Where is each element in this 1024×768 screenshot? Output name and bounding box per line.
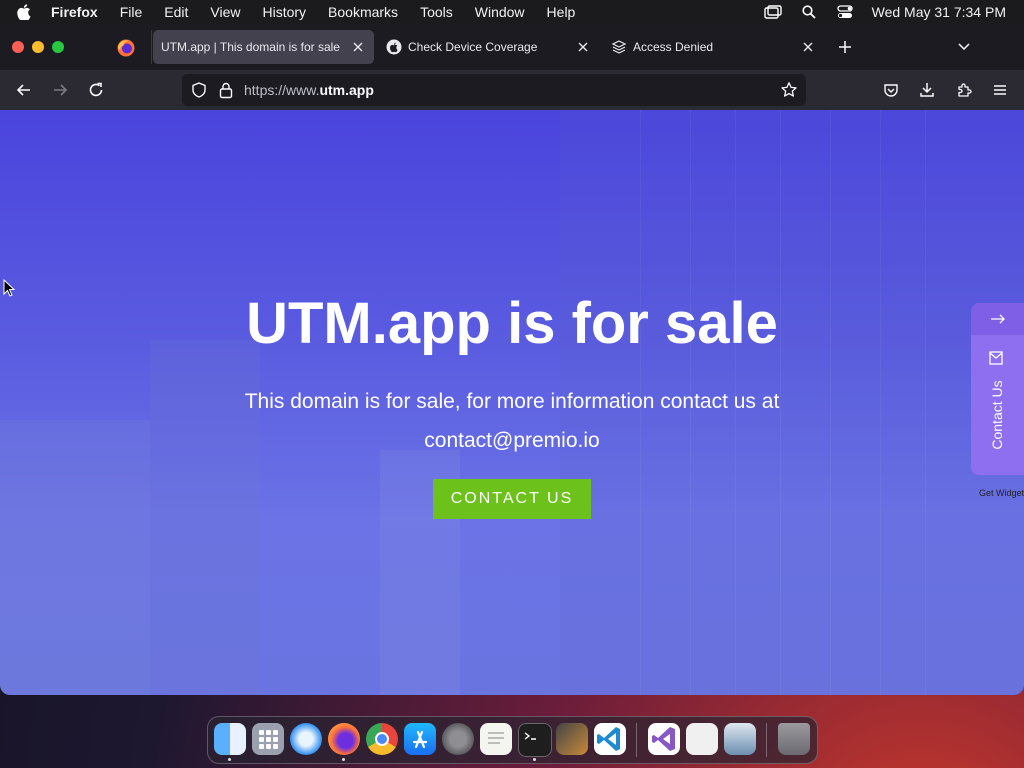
url-text[interactable]: https://www.utm.app bbox=[244, 82, 374, 98]
dock-preview-icon[interactable] bbox=[686, 723, 718, 755]
menu-bar: Firefox File Edit View History Bookmarks… bbox=[0, 0, 1024, 24]
dock-image-capture-icon[interactable] bbox=[724, 723, 756, 755]
window-close-button[interactable] bbox=[12, 41, 24, 53]
dock-app-store-icon[interactable] bbox=[404, 723, 436, 755]
menu-view[interactable]: View bbox=[210, 4, 240, 20]
dock-firefox-icon[interactable] bbox=[328, 723, 360, 755]
page-description: This domain is for sale, for more inform… bbox=[244, 390, 780, 452]
tab-access-denied[interactable]: Access Denied bbox=[603, 30, 824, 64]
pocket-icon[interactable] bbox=[882, 81, 900, 99]
back-arrow-icon[interactable] bbox=[15, 81, 33, 99]
tab-label: Access Denied bbox=[633, 40, 714, 54]
contact-widget-tab[interactable]: Contact Us bbox=[971, 303, 1024, 475]
lock-icon[interactable] bbox=[219, 81, 233, 104]
widget-label: Contact Us bbox=[989, 380, 1005, 450]
background-stripe bbox=[925, 110, 926, 695]
tab-close-icon[interactable] bbox=[575, 39, 591, 55]
mail-icon bbox=[989, 351, 1003, 370]
dock-system-settings-icon[interactable] bbox=[442, 723, 474, 755]
tab-close-icon[interactable] bbox=[350, 39, 366, 55]
extensions-puzzle-icon[interactable] bbox=[955, 81, 973, 99]
spotlight-search-icon[interactable] bbox=[800, 4, 818, 20]
dock-running-indicator bbox=[228, 758, 231, 761]
reload-icon[interactable] bbox=[87, 81, 105, 99]
new-tab-plus-icon[interactable] bbox=[837, 39, 853, 55]
menu-bookmarks[interactable]: Bookmarks bbox=[328, 4, 398, 20]
get-widget-link[interactable]: Get Widget bbox=[979, 488, 1024, 498]
dock-vscode-icon[interactable] bbox=[594, 723, 626, 755]
mouse-cursor-icon bbox=[3, 278, 16, 302]
dock-separator bbox=[766, 723, 767, 757]
dock-visual-studio-icon[interactable] bbox=[648, 723, 680, 755]
tracking-protection-shield-icon[interactable] bbox=[191, 82, 207, 103]
apple-favicon-icon bbox=[386, 39, 402, 55]
page-title: UTM.app is for sale bbox=[246, 291, 778, 356]
menu-window[interactable]: Window bbox=[475, 4, 525, 20]
dock-chrome-icon[interactable] bbox=[366, 723, 398, 755]
dock-launchpad-icon[interactable] bbox=[252, 723, 284, 755]
dock bbox=[207, 716, 818, 764]
menubar-clock[interactable]: Wed May 31 7:34 PM bbox=[872, 4, 1006, 20]
menu-tools[interactable]: Tools bbox=[420, 4, 453, 20]
tab-label: UTM.app | This domain is for sale bbox=[161, 40, 340, 54]
url-prefix: https://www. bbox=[244, 82, 320, 98]
dock-finder-icon[interactable] bbox=[214, 723, 246, 755]
navigation-toolbar: https://www.utm.app bbox=[0, 70, 1024, 110]
tab-strip: UTM.app | This domain is for sale Check … bbox=[0, 24, 1024, 70]
dock-textedit-icon[interactable] bbox=[480, 723, 512, 755]
tab-check-device-coverage[interactable]: Check Device Coverage bbox=[378, 30, 599, 64]
dock-running-indicator bbox=[342, 758, 345, 761]
control-center-icon[interactable] bbox=[836, 4, 854, 20]
dock-running-indicator bbox=[533, 758, 536, 761]
url-domain: utm.app bbox=[319, 82, 374, 98]
tab-label: Check Device Coverage bbox=[408, 40, 538, 54]
tab-separator bbox=[151, 30, 152, 64]
hamburger-menu-icon[interactable] bbox=[991, 81, 1009, 99]
dock-terminal-icon[interactable] bbox=[518, 723, 552, 757]
menu-history[interactable]: History bbox=[262, 4, 306, 20]
dock-instruments-icon[interactable] bbox=[556, 723, 588, 755]
menu-edit[interactable]: Edit bbox=[164, 4, 188, 20]
background-stripe bbox=[830, 110, 831, 695]
web-page-content: UTM.app is for sale This domain is for s… bbox=[0, 110, 1024, 695]
list-all-tabs-chevron-icon[interactable] bbox=[956, 39, 972, 55]
screen-mirroring-icon[interactable] bbox=[763, 4, 782, 20]
downloads-icon[interactable] bbox=[918, 81, 936, 99]
browser-window: UTM.app | This domain is for sale Check … bbox=[0, 24, 1024, 695]
tab-close-icon[interactable] bbox=[800, 39, 816, 55]
forward-arrow-icon[interactable] bbox=[51, 81, 69, 99]
menu-app-name[interactable]: Firefox bbox=[51, 4, 98, 20]
dock-separator bbox=[636, 723, 637, 757]
dock-safari-icon[interactable] bbox=[290, 723, 322, 755]
menu-file[interactable]: File bbox=[120, 4, 143, 20]
contact-us-button[interactable]: CONTACT US bbox=[433, 479, 591, 519]
url-bar[interactable]: https://www.utm.app bbox=[182, 74, 806, 106]
tab-utm-app[interactable]: UTM.app | This domain is for sale bbox=[153, 30, 374, 64]
bookmark-star-icon[interactable] bbox=[780, 81, 798, 104]
dock-trash-icon[interactable] bbox=[778, 723, 810, 755]
menu-help[interactable]: Help bbox=[547, 4, 576, 20]
stack-favicon-icon bbox=[611, 39, 627, 55]
background-stripe bbox=[880, 110, 881, 695]
apple-menu-icon[interactable] bbox=[17, 4, 33, 20]
firefox-pinned-tab-icon[interactable] bbox=[116, 38, 136, 58]
background-building bbox=[0, 420, 150, 695]
widget-arrow-icon[interactable] bbox=[971, 303, 1024, 335]
window-minimize-button[interactable] bbox=[32, 41, 44, 53]
window-zoom-button[interactable] bbox=[52, 41, 64, 53]
